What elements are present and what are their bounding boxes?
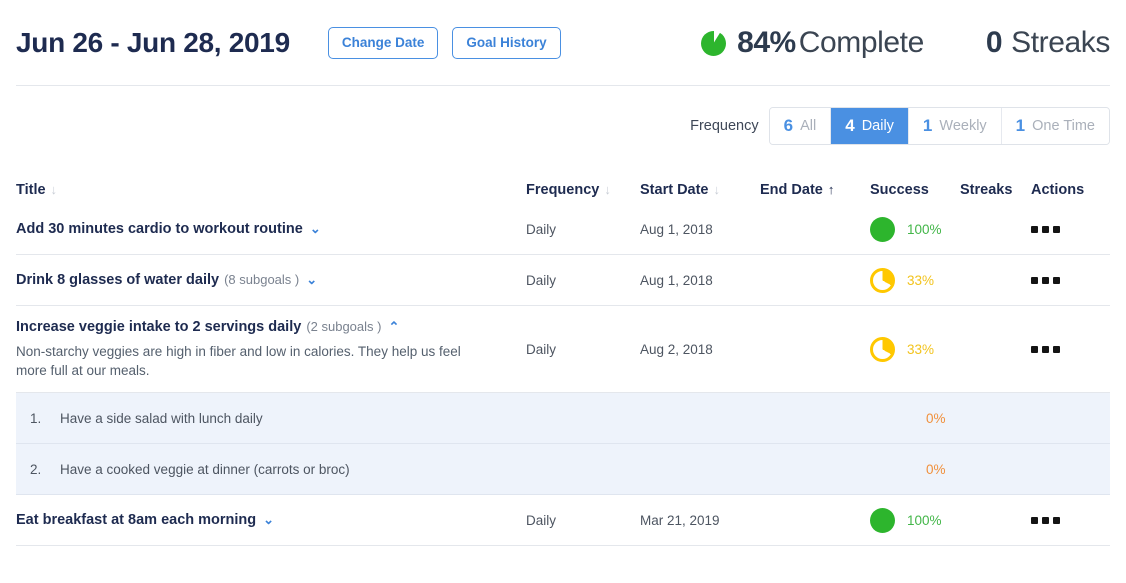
table-row: Eat breakfast at 8am each morning ⌄ Daily… [16,495,1110,546]
tab-one-time-label: One Time [1032,118,1095,134]
column-header-start-date-label: Start Date [640,182,709,198]
success-percent: 33% [907,273,934,288]
column-header-frequency[interactable]: Frequency ↓ [526,182,640,198]
subgoal-success-percent: 0% [889,462,979,477]
tab-weekly[interactable]: 1 Weekly [909,108,1002,144]
goal-success: 33% [870,268,960,293]
goal-description: Non-starchy veggies are high in fiber an… [16,342,494,380]
tab-weekly-label: Weekly [939,118,986,134]
tab-one-time-count: 1 [1016,116,1025,136]
streaks-count: 0 [986,26,1002,60]
table-row: Drink 8 glasses of water daily (8 subgoal… [16,255,1110,306]
success-percent: 33% [907,342,934,357]
complete-percent: 84% [737,26,796,60]
success-percent: 100% [907,222,942,237]
tab-all[interactable]: 6 All [770,108,832,144]
header-divider [16,85,1110,86]
frequency-tab-group: 6 All 4 Daily 1 Weekly 1 One Time [769,107,1110,145]
page-header: Jun 26 - Jun 28, 2019 Change Date Goal H… [0,0,1126,86]
goal-start-date: Aug 1, 2018 [640,273,760,288]
subgoal-number: 1. [30,411,60,426]
pie-chart-icon [701,31,726,56]
column-header-title-label: Title [16,182,46,198]
success-pie-icon [870,217,895,242]
subgoal-title: Have a cooked veggie at dinner (carrots … [60,462,889,477]
tab-all-label: All [800,118,816,134]
column-header-end-date[interactable]: End Date ↑ [760,182,870,198]
goal-subgoal-count: (2 subgoals ) [306,319,381,334]
column-header-start-date[interactable]: Start Date ↓ [640,182,760,198]
more-options-icon [1031,277,1091,284]
success-pie-icon [870,268,895,293]
table-row: Increase veggie intake to 2 servings dai… [16,306,1110,393]
subgoal-number: 2. [30,462,60,477]
streaks-label: Streaks [1011,26,1110,60]
goal-title[interactable]: Drink 8 glasses of water daily [16,272,219,288]
tab-daily[interactable]: 4 Daily [831,108,909,144]
goal-history-button[interactable]: Goal History [452,27,560,59]
sort-arrow-end-date[interactable]: ↑ [828,182,835,197]
goal-frequency: Daily [526,222,640,237]
subgoal-success-percent: 0% [889,411,979,426]
more-options-icon [1031,346,1091,353]
row-actions-button[interactable] [1031,346,1091,353]
tab-daily-label: Daily [862,118,894,134]
success-pie-icon [870,508,895,533]
goal-title[interactable]: Add 30 minutes cardio to workout routine [16,221,303,237]
tab-daily-count: 4 [845,116,854,136]
more-options-icon [1031,226,1091,233]
column-header-actions: Actions [1031,182,1091,198]
goal-success: 100% [870,217,960,242]
success-percent: 100% [907,513,942,528]
goal-start-date: Mar 21, 2019 [640,513,760,528]
column-header-end-date-label: End Date [760,182,823,198]
chevron-down-icon[interactable]: ⌄ [306,272,317,288]
date-range-title: Jun 26 - Jun 28, 2019 [16,27,290,59]
tab-all-count: 6 [784,116,793,136]
chevron-down-icon[interactable]: ⌄ [263,512,274,528]
column-header-streaks: Streaks [960,182,1031,198]
sort-arrow-start-date[interactable]: ↓ [714,182,721,197]
row-actions-button[interactable] [1031,226,1091,233]
complete-label: Complete [799,26,924,60]
header-stats: 84% Complete 0 Streaks [701,26,1110,60]
change-date-button[interactable]: Change Date [328,27,439,59]
goal-title-cell: Add 30 minutes cardio to workout routine… [16,220,526,238]
goal-title-cell: Eat breakfast at 8am each morning ⌄ [16,511,526,529]
column-header-frequency-label: Frequency [526,182,599,198]
success-pie-icon [870,337,895,362]
frequency-filter-label: Frequency [690,118,759,134]
goal-start-date: Aug 2, 2018 [640,342,760,357]
frequency-filter-bar: Frequency 6 All 4 Daily 1 Weekly 1 One T… [0,86,1126,166]
goal-frequency: Daily [526,273,640,288]
goal-success: 33% [870,337,960,362]
streaks-stat: 0 Streaks [986,26,1110,60]
goal-success: 100% [870,508,960,533]
goal-frequency: Daily [526,342,640,357]
goal-subgoal-count: (8 subgoals ) [224,272,299,287]
goal-title-cell: Drink 8 glasses of water daily (8 subgoal… [16,271,526,289]
column-header-success: Success [870,182,960,198]
goal-title[interactable]: Increase veggie intake to 2 servings dai… [16,319,301,335]
more-options-icon [1031,517,1091,524]
column-header-title[interactable]: Title ↓ [16,182,526,198]
subgoal-row: 1. Have a side salad with lunch daily 0% [16,393,1110,444]
goal-frequency: Daily [526,513,640,528]
goals-table: Title↓ Frequency↓ Start Date↓ End Date↑ … [0,166,1126,546]
subgoal-row: 2. Have a cooked veggie at dinner (carro… [16,444,1110,495]
chevron-down-icon[interactable]: ⌄ [310,221,321,237]
chevron-up-icon[interactable]: ⌃ [388,319,399,335]
row-actions-button[interactable] [1031,277,1091,284]
tab-one-time[interactable]: 1 One Time [1002,108,1109,144]
goal-title[interactable]: Eat breakfast at 8am each morning [16,512,256,528]
subgoal-title: Have a side salad with lunch daily [60,411,889,426]
tab-weekly-count: 1 [923,116,932,136]
table-row: Add 30 minutes cardio to workout routine… [16,204,1110,255]
row-actions-button[interactable] [1031,517,1091,524]
sort-arrow-frequency[interactable]: ↓ [604,182,611,197]
goal-title-cell: Increase veggie intake to 2 servings dai… [16,318,526,380]
table-header-row: Title↓ Frequency↓ Start Date↓ End Date↑ … [16,166,1110,204]
sort-arrow-title[interactable]: ↓ [51,182,58,197]
goal-start-date: Aug 1, 2018 [640,222,760,237]
